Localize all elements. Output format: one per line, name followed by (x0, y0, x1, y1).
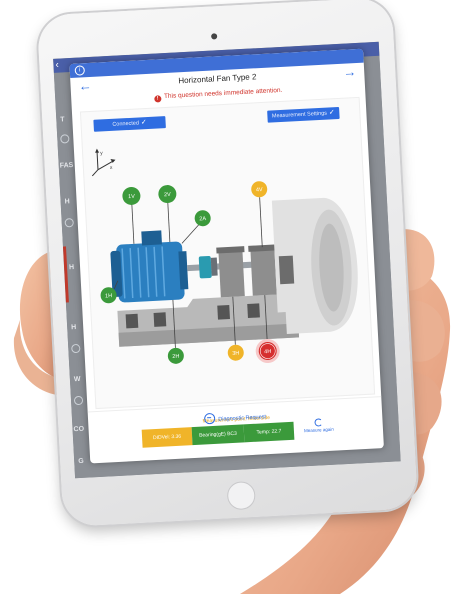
measure-again-label: Measure again (303, 426, 334, 434)
point-4H[interactable]: 4H (255, 338, 280, 364)
background-radio (71, 343, 81, 354)
point-label: 4H (264, 349, 271, 355)
refresh-icon (314, 418, 323, 427)
info-icon[interactable]: i (74, 65, 86, 76)
point-4V[interactable]: 4V (251, 181, 268, 198)
point-2V[interactable]: 2V (158, 185, 177, 204)
point-label: 4V (256, 187, 263, 193)
background-label: W (73, 375, 81, 384)
bearing-value: Bearing(gE) BC3 (191, 424, 245, 446)
camera-icon (211, 33, 218, 40)
point-label: 2A (199, 216, 206, 222)
point-label: 2H (172, 354, 179, 360)
background-label: H (71, 324, 77, 332)
axis-y-label: y (100, 150, 103, 156)
diagnostic-request-label: Diagnostic Request (218, 414, 267, 423)
alert-icon: ! (153, 95, 162, 103)
point-label: 1H (105, 293, 112, 299)
tablet-device: ‹ T FAS H H H W CO G i ← Horizontal Fan … (36, 0, 419, 527)
background-label: CO (73, 425, 85, 434)
dist-value: DIDVel: 3.36 (141, 427, 193, 448)
background-label: T (60, 116, 65, 124)
stethoscope-icon (204, 412, 216, 425)
measurement-settings-button[interactable]: Measurement Settings ✓ (267, 106, 340, 123)
machine-panel: Connected ✓ Measurement Settings ✓ y x 1… (79, 96, 376, 448)
connected-label: Connected (112, 120, 140, 128)
point-1V[interactable]: 1V (122, 186, 141, 205)
temp-value: Temp: 22.7 (243, 421, 295, 443)
next-arrow-icon[interactable]: → (343, 64, 357, 80)
tablet-screen: ‹ T FAS H H H W CO G i ← Horizontal Fan … (53, 41, 401, 479)
background-label: FAS (59, 161, 74, 170)
background-radio (64, 218, 74, 228)
background-alert-stripe (62, 246, 69, 303)
background-radio (60, 134, 70, 144)
check-icon: ✓ (140, 119, 148, 127)
background-label: H (68, 264, 75, 272)
fan-machine-diagram: 1V 2V 2A 1H 2H 3H 4V 4H (100, 181, 358, 364)
background-label: G (78, 457, 84, 466)
measurement-modal: i ← Horizontal Fan Type 2 → ! This questi… (69, 48, 384, 464)
background-label: H (64, 198, 70, 206)
connected-button[interactable]: Connected ✓ (93, 116, 166, 132)
point-2A[interactable]: 2A (194, 210, 211, 227)
check-icon: ✓ (328, 109, 335, 117)
background-back-icon: ‹ (55, 59, 60, 71)
background-radio (73, 395, 84, 406)
home-button[interactable] (226, 480, 256, 511)
measure-again-button[interactable]: Measure again (303, 418, 334, 434)
point-3H[interactable]: 3H (227, 344, 244, 361)
point-label: 3H (232, 351, 239, 357)
measurement-settings-label: Measurement Settings (271, 110, 328, 120)
point-2H[interactable]: 2H (167, 347, 184, 364)
point-label: 1V (128, 194, 135, 200)
point-label: 2V (164, 192, 171, 198)
